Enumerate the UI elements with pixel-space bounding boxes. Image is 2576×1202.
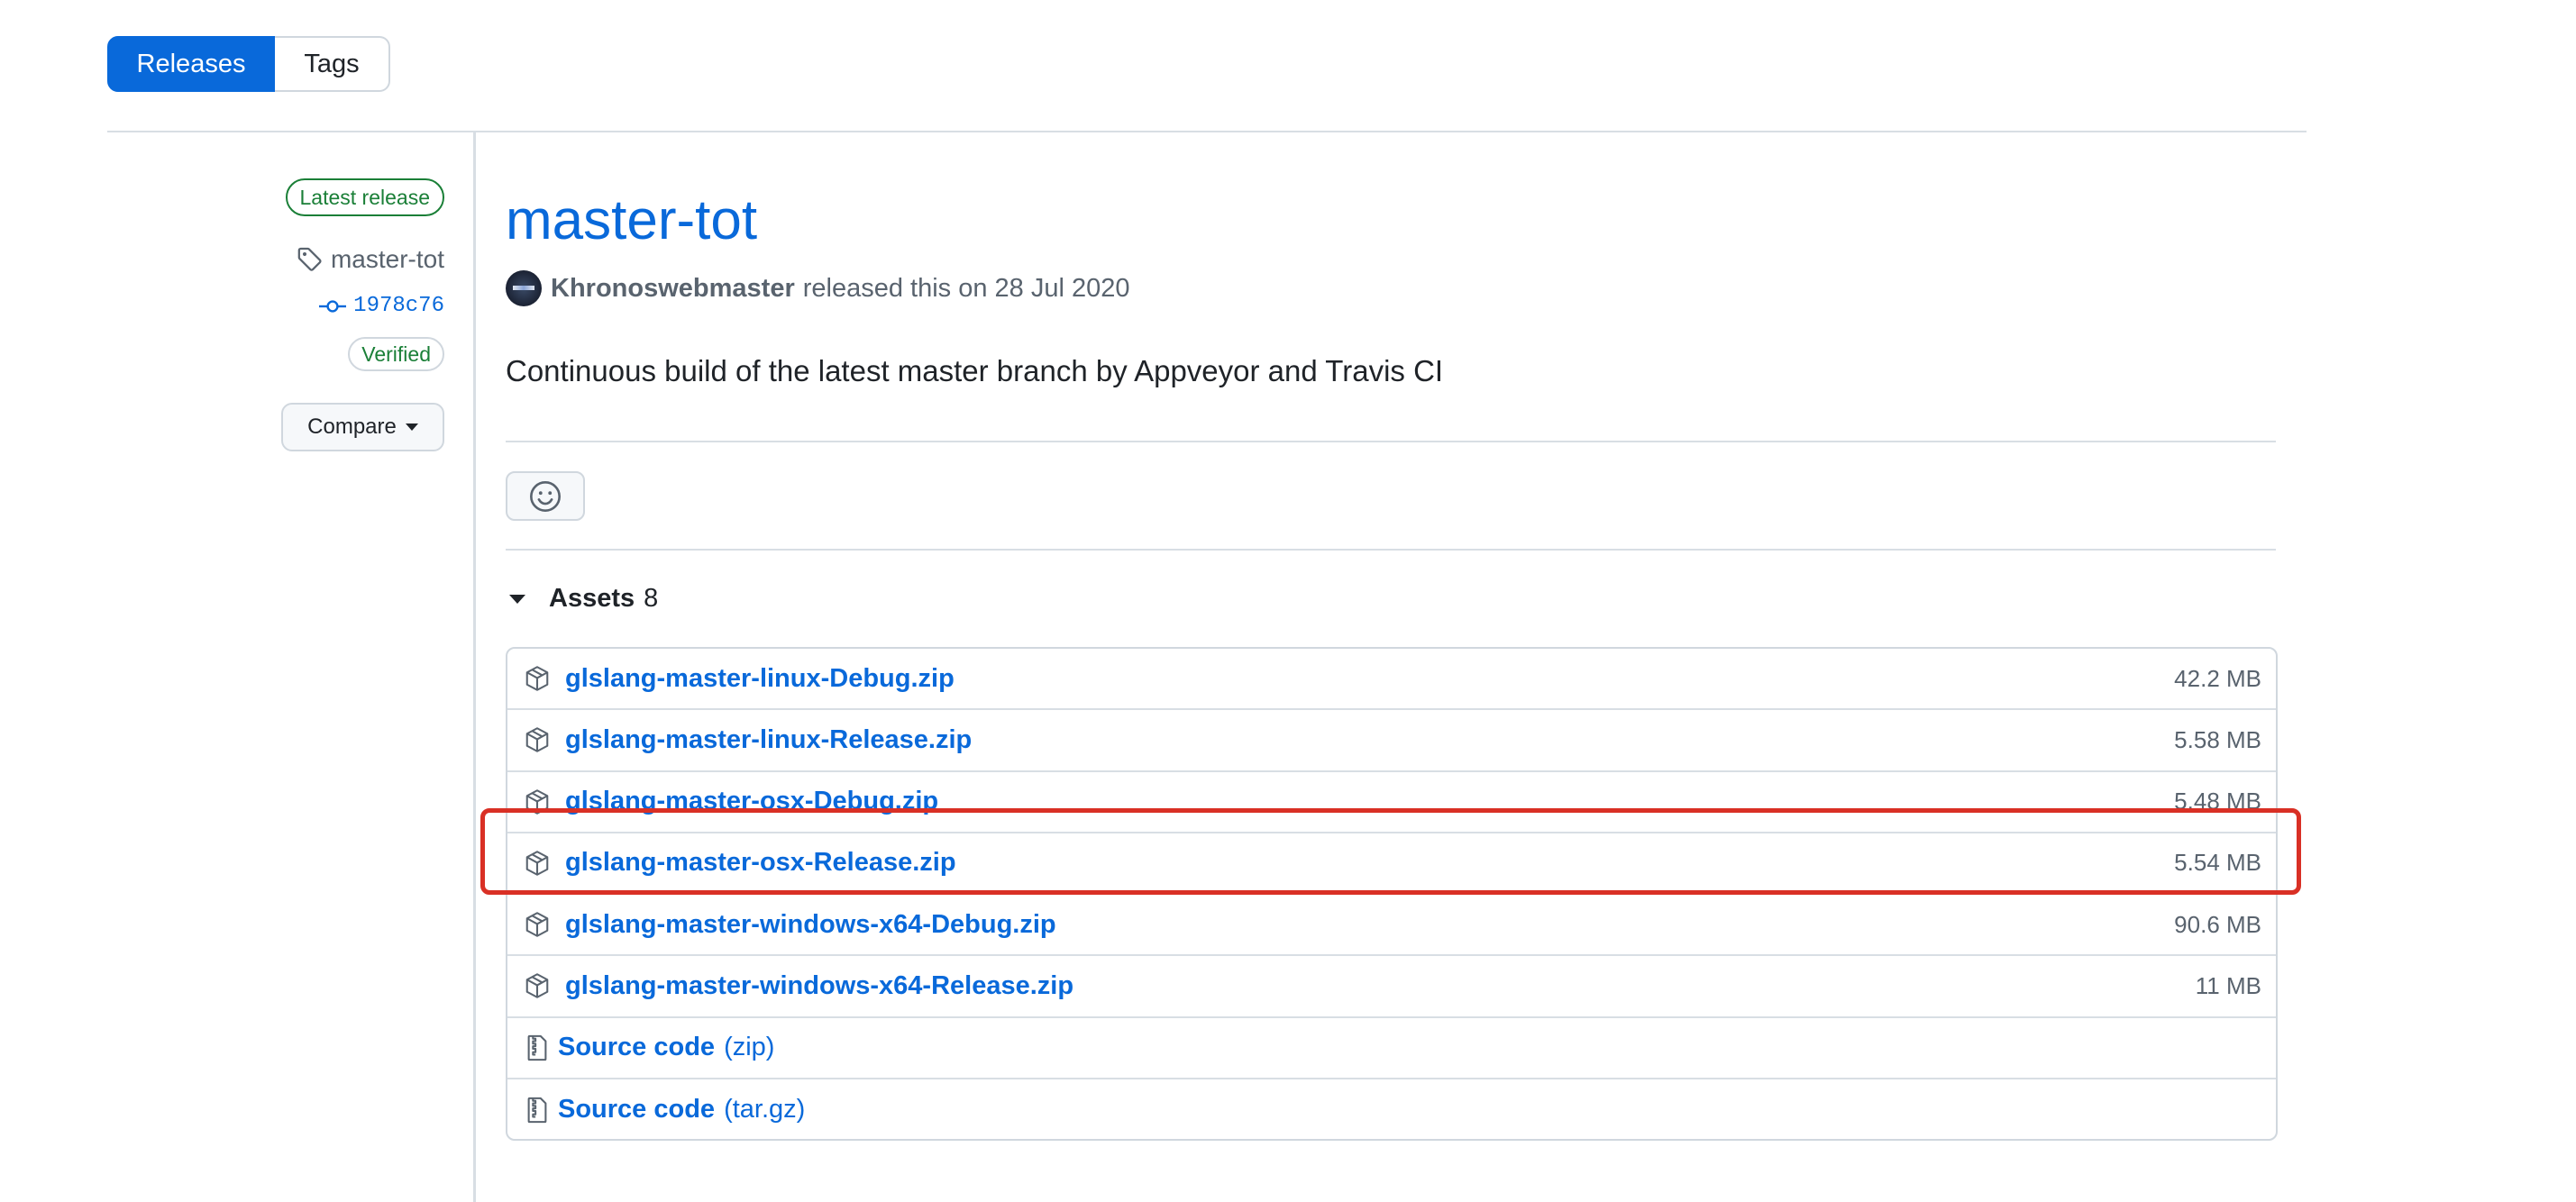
asset-size: 90.6 MB [2174,910,2261,938]
releases-tags-nav: Releases Tags [107,36,390,92]
releases-tab[interactable]: Releases [107,36,275,92]
asset-size: 42.2 MB [2174,664,2261,692]
add-reaction-button[interactable] [506,471,585,521]
assets-toggle[interactable]: Assets 8 [509,584,658,614]
triangle-down-icon [509,594,525,604]
commit-sha: 1978c76 [353,294,444,318]
asset-link[interactable]: glslang-master-osx-Debug.zip [565,787,938,816]
release-sidebar: Latest release master-tot 1978c76 Verifi… [281,178,444,451]
caret-down-icon [405,423,418,431]
tag-icon [297,247,322,271]
release-description: Continuous build of the latest master br… [506,354,1444,387]
package-icon [525,973,549,999]
divider [506,441,2276,442]
top-divider [107,131,2307,132]
commit-link[interactable]: 1978c76 [319,294,444,318]
tag-name: master-tot [330,245,444,273]
asset-link[interactable]: glslang-master-linux-Debug.zip [565,664,955,694]
asset-size: 5.58 MB [2174,725,2261,753]
tag-link[interactable]: master-tot [297,245,444,274]
asset-row-highlighted: glslang-master-osx-Release.zip 5.54 MB [507,833,2276,895]
package-icon [525,851,549,876]
source-row: Source code (tar.gz) [507,1079,2276,1139]
source-format: (tar.gz) [724,1095,806,1125]
package-icon [525,912,549,937]
timeline-divider [473,131,476,1202]
assets-count: 8 [644,584,659,613]
release-byline: Khronoswebmaster released this on 28 Jul… [506,270,1130,306]
package-icon [525,788,549,815]
file-zip-icon [527,1097,547,1124]
source-row: Source code (zip) [507,1018,2276,1079]
asset-size: 5.48 MB [2174,788,2261,815]
verified-badge[interactable]: Verified [348,337,444,371]
git-commit-icon [319,299,347,313]
compare-button[interactable]: Compare [281,403,444,451]
file-zip-icon [527,1034,547,1061]
source-format: (zip) [724,1033,775,1062]
latest-release-badge: Latest release [285,178,444,216]
divider [506,549,2276,551]
tags-tab[interactable]: Tags [275,36,390,92]
smiley-icon [530,480,561,512]
asset-size: 11 MB [2195,971,2261,999]
asset-link[interactable]: glslang-master-windows-x64-Release.zip [565,971,1073,1001]
package-icon [525,666,549,691]
asset-link[interactable]: glslang-master-osx-Release.zip [565,848,956,878]
avatar[interactable] [506,270,542,306]
asset-row: glslang-master-linux-Debug.zip 42.2 MB [507,649,2276,711]
asset-link[interactable]: glslang-master-windows-x64-Debug.zip [565,910,1056,940]
package-icon [525,727,549,753]
asset-row: glslang-master-windows-x64-Debug.zip 90.… [507,895,2276,957]
asset-row: glslang-master-windows-x64-Release.zip 1… [507,956,2276,1018]
source-code-link[interactable]: Source code [558,1095,715,1125]
compare-label: Compare [307,414,397,439]
asset-size: 5.54 MB [2174,849,2261,877]
assets-label: Assets [549,584,635,613]
author-link[interactable]: Khronoswebmaster [551,274,795,304]
source-code-link[interactable]: Source code [558,1033,715,1062]
assets-list: glslang-master-linux-Debug.zip 42.2 MB g… [506,647,2278,1141]
asset-link[interactable]: glslang-master-linux-Release.zip [565,725,972,755]
asset-row: glslang-master-linux-Release.zip 5.58 MB [507,710,2276,772]
asset-row: glslang-master-osx-Debug.zip 5.48 MB [507,772,2276,833]
released-date-text: released this on 28 Jul 2020 [802,273,1130,303]
release-title[interactable]: master-tot [506,185,757,257]
